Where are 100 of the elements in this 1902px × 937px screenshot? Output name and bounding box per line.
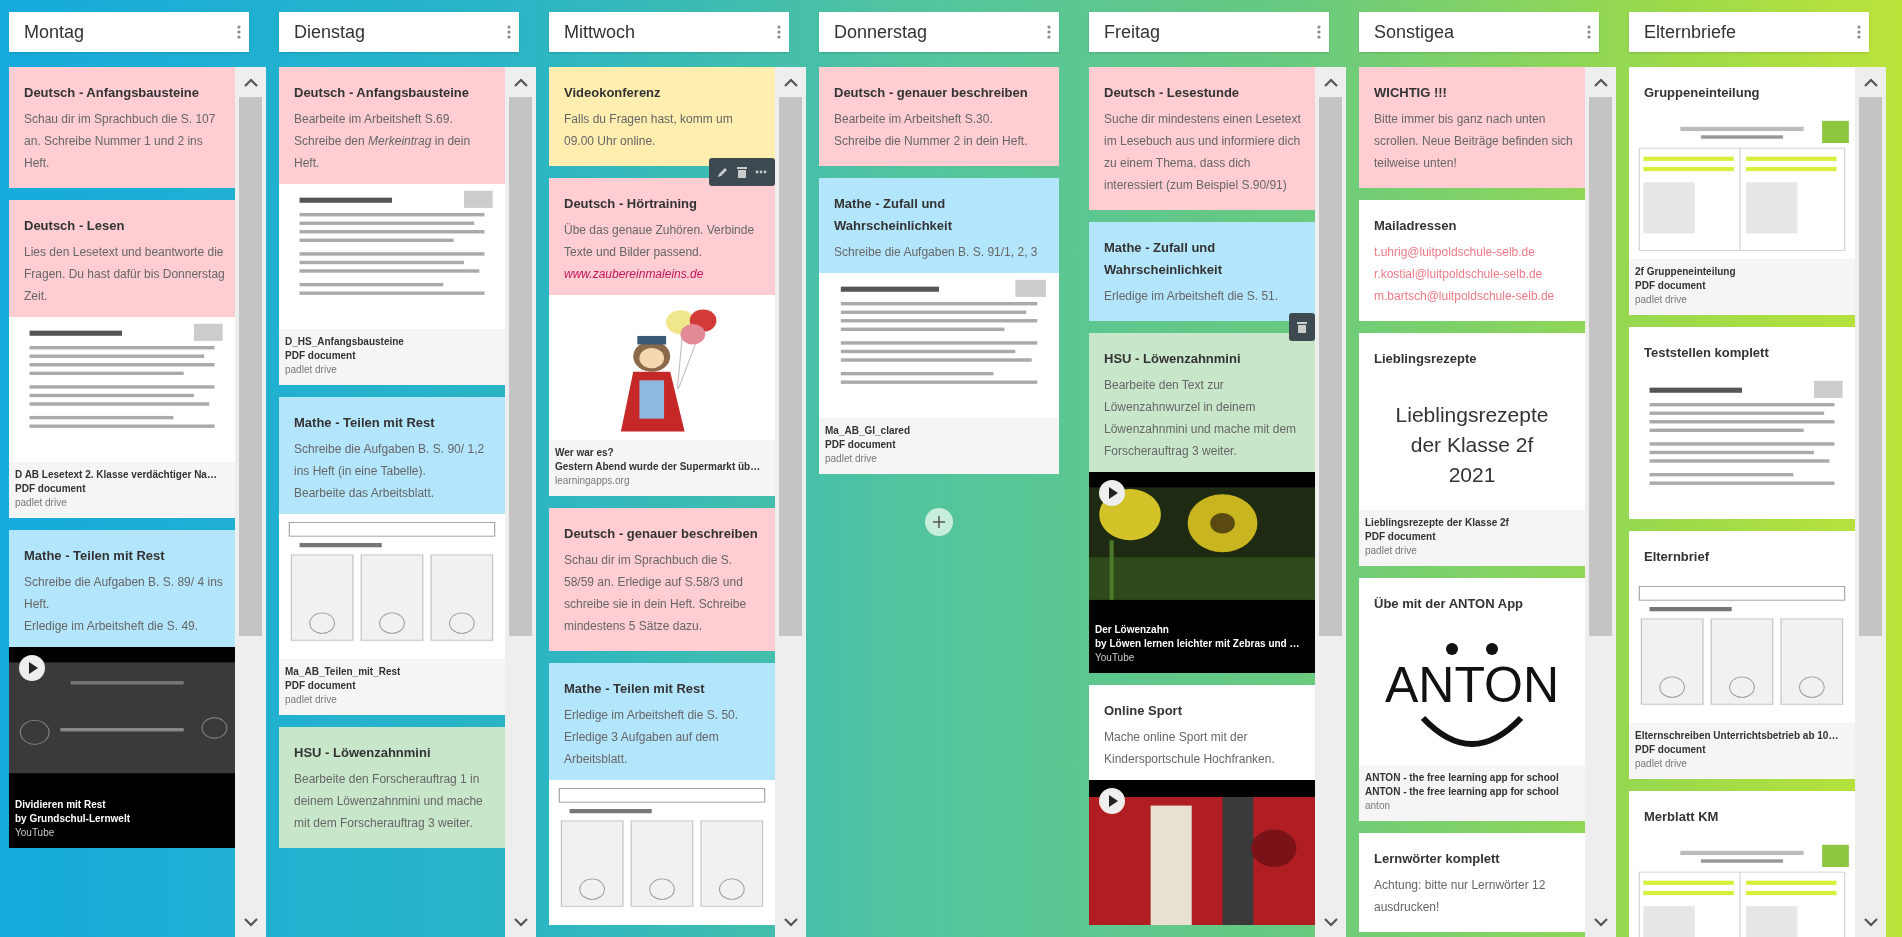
more-icon[interactable] [507,25,511,39]
attachment-card[interactable]: ANTON ANTON - the free learning app for school ANTON - the free learning app for school anton [1359,625,1585,821]
post-card[interactable]: Mathe - Teilen mit Rest Schreibe die Aufgaben B. S. 90/ 1,2 ins Heft (in eine Tabelle). Bearbeite das Arbeitsblatt. Ma_AB_Teilen_mit_Rest PDF document padlet drive [279,397,505,715]
post-card[interactable]: Mathe - Teilen mit Rest Schreibe die Aufgaben B. S. 89/ 4 ins Heft. Erledige im Arbeitsheft die S. 49. Dividieren mit Rest by Grundschul-Lernwelt YouTube [9,530,235,848]
trash-icon[interactable] [737,166,747,178]
scrollbar-thumb[interactable] [239,97,262,637]
post-card[interactable]: Lernwörter komplett Achtung: bitte nur Lernwörter 12 ausdrucken! [1359,833,1585,932]
post-card[interactable]: Online Sport Mache online Sport mit der Kindersportschule Hochfranken. [1089,685,1315,925]
post-card[interactable]: Deutsch - Hörtraining Übe das genaue Zuhören. Verbinde Texte und Bilder passend. www.zaubereinmaleins.de Wer war es? Gestern Abend wurde der Supermarkt üb… learningapps.org [549,178,775,496]
post-card[interactable]: Elternbrief Elternschreiben Unterrichtsbetrieb ab 10… PDF document padlet drive [1629,531,1855,779]
post-text: Achtung: bitte nur Lernwörter 12 ausdrucken! [1374,877,1547,916]
more-icon[interactable] [1047,25,1051,39]
more-icon[interactable] [1317,25,1321,39]
post-title: Deutsch - Lesen [24,217,126,235]
scrollbar-thumb[interactable] [1589,97,1612,637]
post-card[interactable]: Übe mit der ANTON App ANTON ANTON - the free learning app for school ANTON - the free learning app for school anton [1359,578,1585,821]
more-icon[interactable] [1857,25,1861,39]
more-icon[interactable] [1587,25,1591,39]
scrollbar-thumb[interactable] [1859,97,1882,637]
play-icon[interactable] [19,655,45,681]
trash-icon[interactable] [1297,321,1307,333]
post-text: Suche dir mindestens einen Lesetext im Lesebuch aus und informiere dich zu einem Thema, dass dich interessiert (zum Beispiel S.90/91) [1104,111,1302,194]
post-text: Mache online Sport mit der Kindersportschule Hochfranken. [1104,729,1276,768]
scrollbar-thumb[interactable] [1319,97,1342,637]
post-link[interactable]: www.zaubereinmaleins.de [564,263,765,285]
chevron-down-icon [1863,917,1878,927]
attachment-card[interactable]: Der Löwenzahn by Löwen lernen leichter mit Zebras und … YouTube [1089,472,1315,673]
attachment-source: padlet drive [825,452,878,466]
post-text: Bitte immer bis ganz nach unten scrollen. Neue Beiträge befinden sich teilweise unten! [1374,111,1574,172]
post-text: Bearbeite im Arbeitsheft S.69. [294,111,454,128]
post-card[interactable]: HSU - Löwenzahnmini Bearbeite den Forscherauftrag 1 in deinem Löwenzahnmini und mache mit dem Forscherauftrag 3 weiter. [279,727,505,848]
post-card[interactable]: Deutsch - Anfangsbausteine Bearbeite im Arbeitsheft S.69. Schreibe den Merkeintrag in dein Heft. D_HS_Anfangsbausteine PDF document padlet drive [279,67,505,385]
scrollbar[interactable] [1855,67,1886,937]
post-title: Mathe - Teilen mit Rest [294,414,436,432]
more-icon[interactable] [777,25,781,39]
post-title: Gruppeneinteilung [1644,84,1761,102]
post-title: Mathe - Zufall und Wahrscheinlichkeit [834,195,953,235]
post-text: Schreibe die Nummer 2 in dein Heft. [834,133,1029,150]
attachment-card[interactable]: Ma_AB_Teilen_mit_Rest PDF document padlet drive [279,514,505,715]
post-card[interactable]: Gruppeneinteilung 2f Gruppeneinteilung PDF document padlet drive [1629,67,1855,315]
column-title: Freitag [1104,21,1161,43]
post-text: Erledige im Arbeitsheft die S. 50. Erledige 3 Aufgaben auf dem Arbeitsblatt. [564,707,740,768]
attachment-card[interactable]: D AB Lesetext 2. Klasse verdächtiger Na… PDF document padlet drive [9,317,235,518]
attachment-card[interactable]: Lieblingsrezepte der Klasse 2f 2021 Lieblingsrezepte der Klasse 2f PDF document padlet drive [1359,380,1585,566]
preview-text: Lieblingsrezepte der Klasse 2f 2021 [1359,380,1585,510]
attachment-card[interactable]: Wer war es? Gestern Abend wurde der Supermarkt üb… learningapps.org [549,295,775,496]
scrollbar[interactable] [1585,67,1616,937]
post-card[interactable]: Deutsch - genauer beschreiben Bearbeite im Arbeitsheft S.30. Schreibe die Nummer 2 in dein Heft. [819,67,1059,166]
attachment-card[interactable]: Elternschreiben Unterrichtsbetrieb ab 10… PDF document padlet drive [1629,578,1855,779]
scrollbar[interactable] [775,67,806,937]
post-text: Bearbeite im Arbeitsheft S.30. [834,111,994,128]
post-text: Schreibe den Merkeintrag in dein Heft. [294,133,472,172]
attachment-card[interactable]: 2f Gruppeneinteilung PDF document padlet drive [1629,114,1855,315]
post-title: Deutsch - genauer beschreiben [564,525,759,543]
post-card[interactable]: Teststellen komplett [1629,327,1855,519]
post-card[interactable]: Deutsch - Lesestunde Suche dir mindestens einen Lesetext im Lesebuch aus und informiere dich zu einem Thema, dass dich interessiert (zum Beispiel S.90/91) [1089,67,1315,210]
post-title: Mailadressen [1374,217,1458,235]
attachment-card[interactable]: Ma_AB_Gl_clared PDF document padlet drive [819,273,1059,474]
post-card[interactable]: Mathe - Zufall und Wahrscheinlichkeit Schreibe die Aufgaben B. S. 91/1, 2, 3 Ma_AB_Gl_clared PDF document padlet drive [819,178,1059,474]
column-title: Montag [24,21,85,43]
attachment-title: Elternschreiben Unterrichtsbetrieb ab 10… [1635,729,1840,743]
post-card[interactable]: Videokonferenz Falls du Fragen hast, komm um 09.00 Uhr online. [549,67,775,166]
post-card[interactable]: Mathe - Zufall und Wahrscheinlichkeit Erledige im Arbeitsheft die S. 51. [1089,222,1315,321]
post-card[interactable]: Deutsch - genauer beschreiben Schau dir im Sprachbuch die S. 58/59 an. Erledige auf S.58/3 und schreibe sie in dein Heft. Schreibe mindestens 5 Sätze dazu. [549,508,775,651]
scrollbar[interactable] [505,67,536,937]
attachment-type: PDF document [285,679,357,693]
post-title: Deutsch - genauer beschreiben [834,84,1029,102]
scrollbar[interactable] [1315,67,1346,937]
attachment-type: PDF document [1635,279,1707,293]
post-title: Deutsch - Lesestunde [1104,84,1241,102]
column-title: Donnerstag [834,21,928,43]
add-post-button[interactable] [925,508,953,536]
post-card[interactable]: Mathe - Teilen mit Rest Erledige im Arbeitsheft die S. 50. Erledige 3 Aufgaben auf dem Arbeitsblatt. [549,663,775,925]
post-text: Schreibe die Aufgaben B. S. 89/ 4 ins Heft. [24,574,224,613]
scrollbar-thumb[interactable] [779,97,802,637]
post-card[interactable]: Deutsch - Anfangsbausteine Schau dir im Sprachbuch die S. 107 an. Schreibe Nummer 1 und 2 ins Heft. [9,67,235,188]
attachment-type: PDF document [285,349,357,363]
column-title: Sonstigea [1374,21,1455,43]
post-title: Teststellen komplett [1644,344,1770,362]
post-text: Erledige im Arbeitsheft die S. 51. [1104,288,1280,305]
attachment-source: anton [1365,799,1392,813]
attachment-card[interactable]: D_HS_Anfangsbausteine PDF document padlet drive [279,184,505,385]
attachment-title: Der Löwenzahn [1095,623,1170,637]
post-card[interactable]: WICHTIG !!! Bitte immer bis ganz nach unten scrollen. Neue Beiträge befinden sich teilweise unten! [1359,67,1585,188]
post-text: Schreibe die Aufgaben B. S. 91/1, 2, 3 [834,244,1039,261]
attachment-type: by Grundschul-Lernwelt [15,812,131,826]
post-card[interactable]: Merblatt KM [1629,791,1855,937]
post-title: Mathe - Teilen mit Rest [24,547,166,565]
more-icon[interactable] [237,25,241,39]
more-icon[interactable] [755,170,767,174]
post-card[interactable]: Deutsch - Lesen Lies den Lesetext und beantworte die Fragen. Du hast dafür bis Donnerstag Zeit. D AB Lesetext 2. Klasse verdächtiger Na… PDF document padlet drive [9,200,235,518]
attachment-type: PDF document [1635,743,1707,757]
post-card[interactable]: Lieblingsrezepte Lieblingsrezepte der Klasse 2f 2021 Lieblingsrezepte der Klasse 2f PDF document padlet drive [1359,333,1585,566]
play-icon[interactable] [1099,788,1125,814]
scrollbar-thumb[interactable] [509,97,532,637]
scrollbar[interactable] [235,67,266,937]
play-icon[interactable] [1099,480,1125,506]
attachment-source: padlet drive [285,363,338,377]
chevron-up-icon [1863,77,1878,87]
post-card[interactable]: HSU - Löwenzahnmini Bearbeite den Text zur Löwenzahnwurzel in deinem Löwenzahnmini und mache mit dem Forscherauftrag 3 weiter. Der Löwenzahn by Löwen lernen leichter mit Zebras und … YouTube [1089,333,1315,673]
